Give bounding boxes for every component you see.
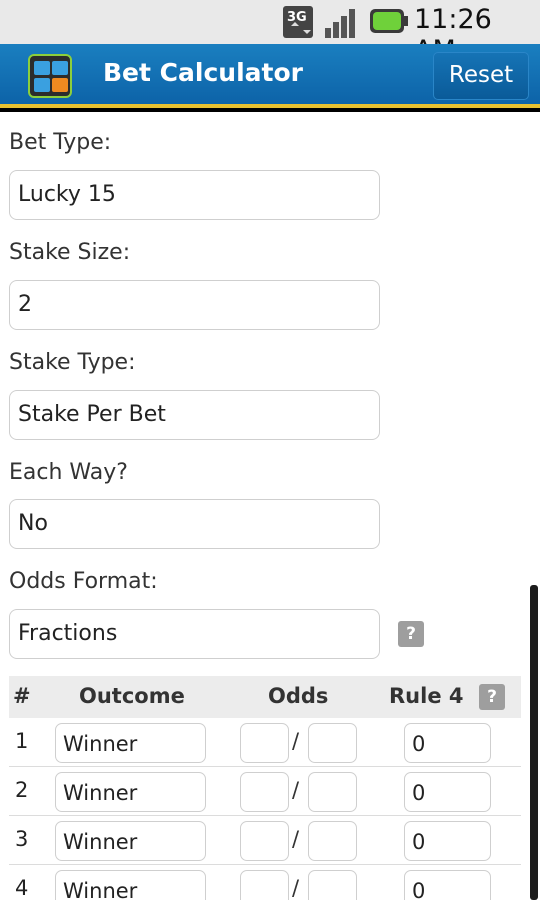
network-label: 3G [287,10,307,25]
rule4-input[interactable]: 0 [404,821,491,861]
odds-denominator-input[interactable] [308,821,357,861]
battery-icon [370,9,408,33]
odds-format-label: Odds Format: [9,569,158,594]
each-way-label: Each Way? [9,460,128,485]
outcomes-table-header: # Outcome Odds Rule 4 ? [9,676,521,718]
signal-icon [325,9,355,38]
outcome-select[interactable]: Winner [55,870,206,900]
rule4-input[interactable]: 0 [404,870,491,900]
odds-separator: / [292,778,300,802]
table-row: 4 Winner / 0 [9,866,521,900]
table-row: 3 Winner / 0 [9,817,521,865]
action-bar: Bet Calculator Reset [0,44,540,108]
rule4-help-button[interactable]: ? [479,684,505,710]
col-odds-header: Odds [268,684,329,708]
stake-type-label: Stake Type: [9,350,136,375]
outcome-select[interactable]: Winner [55,821,206,861]
col-rule4-header: Rule 4 [389,684,464,708]
calculator-app-icon [28,54,72,98]
row-number: 2 [15,778,29,802]
odds-separator: / [292,827,300,851]
stake-size-label: Stake Size: [9,240,131,265]
bet-type-select[interactable]: Lucky 15 [9,170,380,220]
col-outcome-header: Outcome [79,684,185,708]
odds-format-help-button[interactable]: ? [398,621,424,647]
rule4-input[interactable]: 0 [404,723,491,763]
outcome-select[interactable]: Winner [55,723,206,763]
row-number: 1 [15,729,29,753]
odds-numerator-input[interactable] [240,772,289,812]
scrollbar-thumb[interactable] [530,585,538,900]
col-num-header: # [13,684,31,708]
reset-button[interactable]: Reset [433,52,529,100]
rule4-input[interactable]: 0 [404,772,491,812]
bet-form: Bet Type: Lucky 15 Stake Size: 2 Stake T… [0,112,528,900]
odds-denominator-input[interactable] [308,723,357,763]
table-row: 1 Winner / 0 [9,719,521,767]
row-number: 3 [15,827,29,851]
table-row: 2 Winner / 0 [9,768,521,816]
odds-separator: / [292,876,300,900]
3g-data-icon: 3G [283,6,313,38]
stake-type-select[interactable]: Stake Per Bet [9,390,380,440]
odds-numerator-input[interactable] [240,723,289,763]
outcome-select[interactable]: Winner [55,772,206,812]
each-way-select[interactable]: No [9,499,380,549]
odds-numerator-input[interactable] [240,870,289,900]
app-title: Bet Calculator [103,58,303,87]
odds-separator: / [292,729,300,753]
row-number: 4 [15,876,29,900]
stake-size-input[interactable]: 2 [9,280,380,330]
odds-numerator-input[interactable] [240,821,289,861]
odds-format-select[interactable]: Fractions [9,609,380,659]
bet-type-label: Bet Type: [9,130,112,155]
status-bar: 3G 11:26 AM [0,0,540,66]
odds-denominator-input[interactable] [308,772,357,812]
odds-denominator-input[interactable] [308,870,357,900]
